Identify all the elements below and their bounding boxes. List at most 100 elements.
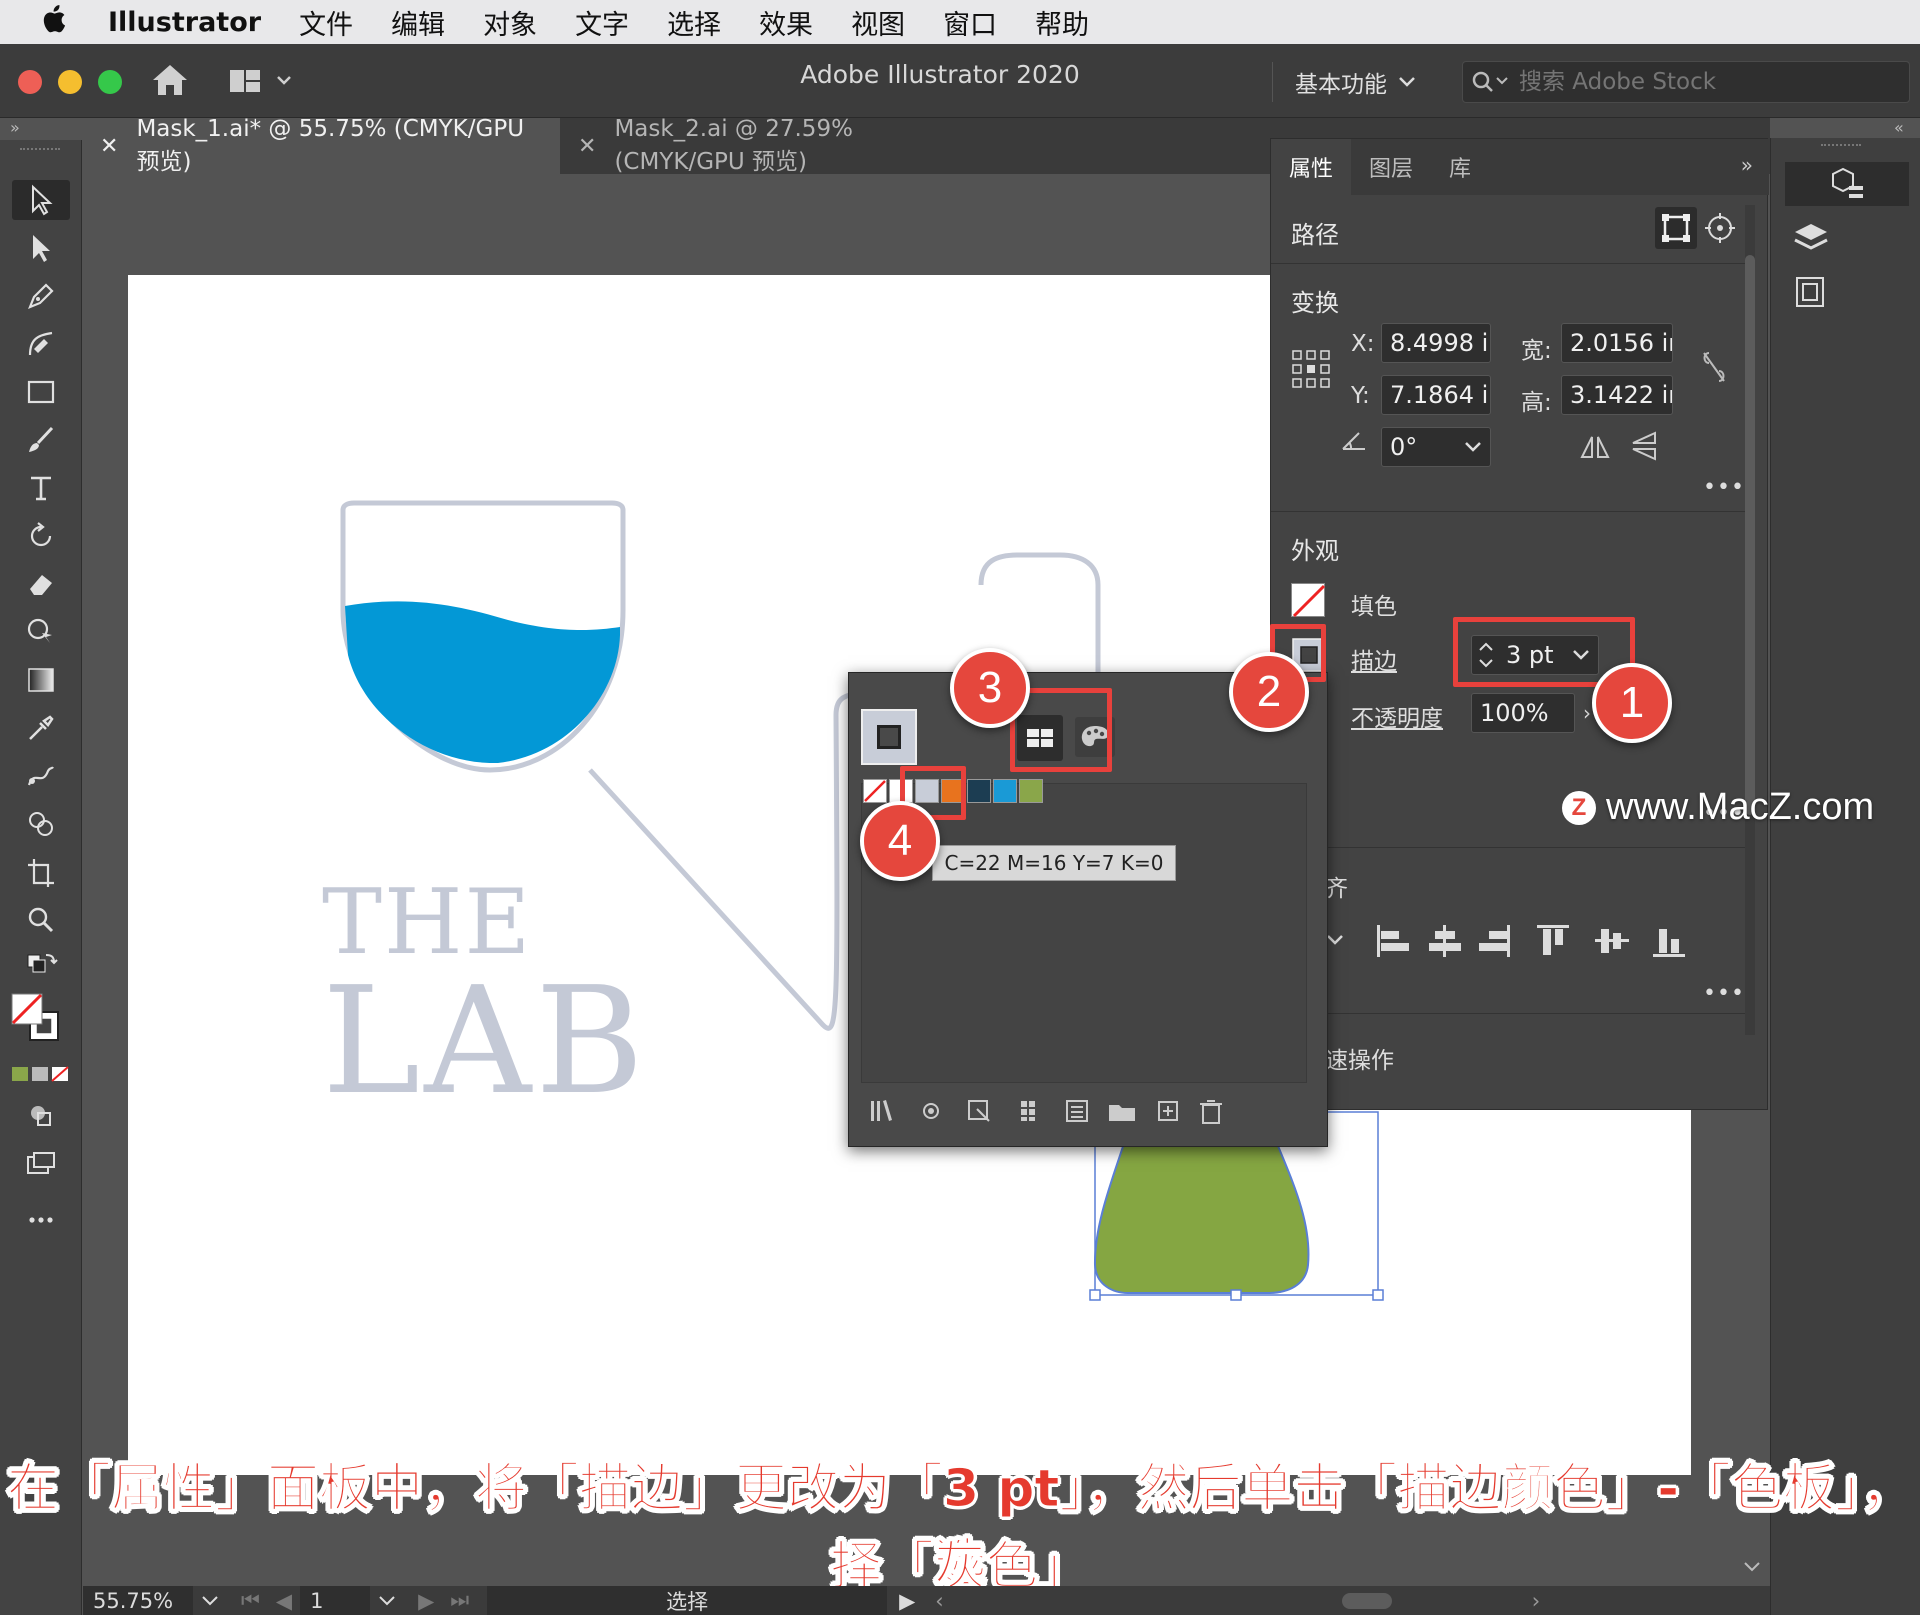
prev-artboard-icon[interactable]: ◀: [276, 1589, 292, 1613]
dock-layers-button[interactable]: [1785, 216, 1837, 260]
dock-grip[interactable]: [1821, 144, 1861, 150]
menu-type[interactable]: 文字: [575, 3, 629, 42]
tab-libraries[interactable]: 库: [1431, 139, 1489, 195]
fill-stroke-swatch[interactable]: [10, 992, 70, 1052]
collapse-panels-icon[interactable]: «: [1894, 118, 1904, 137]
flip-horizontal-icon[interactable]: [1579, 433, 1611, 461]
zoom-window-button[interactable]: [98, 70, 122, 94]
zoom-level-field[interactable]: 55.75%: [83, 1586, 193, 1615]
apple-icon[interactable]: [40, 4, 88, 41]
horizontal-scrollbar[interactable]: [951, 1590, 1512, 1611]
curvature-tool[interactable]: [12, 324, 70, 364]
reference-point-icon[interactable]: [1291, 349, 1331, 389]
selection-tool[interactable]: [12, 180, 70, 220]
collapse-toolbar-icon[interactable]: »: [10, 118, 20, 137]
menu-select[interactable]: 选择: [667, 3, 721, 42]
swatch-none[interactable]: [863, 779, 887, 803]
adobe-stock-search[interactable]: [1462, 61, 1910, 103]
menu-file[interactable]: 文件: [299, 3, 353, 42]
chevron-right-icon[interactable]: ›: [1583, 701, 1591, 725]
stroke-label[interactable]: 描边: [1351, 642, 1397, 676]
arrange-documents-icon[interactable]: [228, 66, 298, 96]
swatch-blue[interactable]: [993, 779, 1017, 803]
minimize-window-button[interactable]: [58, 70, 82, 94]
scroll-left-icon[interactable]: ‹: [935, 1589, 943, 1613]
free-transform-tool[interactable]: [12, 612, 70, 652]
rotate-angle-field[interactable]: 0°: [1381, 427, 1491, 467]
menu-edit[interactable]: 编辑: [391, 3, 445, 42]
search-icon: [1472, 71, 1508, 92]
height-field[interactable]: 3.1422 ir: [1561, 375, 1673, 415]
align-top-icon: [1537, 925, 1569, 955]
gradient-tool[interactable]: [12, 660, 70, 700]
popup-stroke-indicator[interactable]: [861, 709, 917, 765]
workspace-switcher[interactable]: 基本功能: [1272, 62, 1417, 102]
dock-libraries-button[interactable]: [1785, 270, 1837, 314]
artboard-tool[interactable]: [12, 852, 70, 892]
document-tab-mask2[interactable]: ✕ Mask_2.ai @ 27.59% (CMYK/GPU 预览): [560, 116, 1008, 175]
menu-help[interactable]: 帮助: [1035, 3, 1089, 42]
status-bar: 55.75% ⏮ ◀ 1 ▶ ⏭ 选择 ▶ ‹ ›: [83, 1586, 1770, 1615]
close-tab-icon[interactable]: ✕: [578, 134, 596, 159]
menu-window[interactable]: 窗口: [943, 3, 997, 42]
align-center-v-icon: [1595, 929, 1629, 953]
fill-swatch[interactable]: [1291, 583, 1326, 618]
stock-search-input[interactable]: [1519, 69, 1879, 95]
right-panel-dock: [1770, 138, 1920, 1615]
direct-selection-tool[interactable]: [12, 228, 70, 268]
document-tab-mask1[interactable]: ✕ Mask_1.ai* @ 55.75% (CMYK/GPU 预览): [82, 116, 560, 175]
first-artboard-icon[interactable]: ⏮: [241, 1588, 260, 1613]
flip-vertical-icon[interactable]: [1629, 431, 1659, 461]
swatch-green[interactable]: [1019, 779, 1043, 803]
isolate-icon[interactable]: [1655, 207, 1697, 249]
zoom-tool[interactable]: [12, 900, 70, 940]
close-window-button[interactable]: [18, 70, 42, 94]
edit-toolbar-button[interactable]: [12, 1200, 70, 1240]
menu-view[interactable]: 视图: [851, 3, 905, 42]
transform-more-options[interactable]: •••: [1703, 475, 1745, 500]
panel-menu-icon[interactable]: »: [1741, 153, 1753, 177]
x-position-field[interactable]: 8.4998 i: [1381, 323, 1491, 363]
menu-effect[interactable]: 效果: [759, 3, 813, 42]
type-tool[interactable]: [12, 468, 70, 508]
dock-properties-button[interactable]: [1785, 162, 1909, 206]
eyedropper-tool[interactable]: [12, 708, 70, 748]
rotate-tool[interactable]: [12, 516, 70, 556]
eraser-tool[interactable]: [12, 564, 70, 604]
shape-builder-tool[interactable]: [12, 804, 70, 844]
scrollbar-thumb[interactable]: [1745, 255, 1755, 815]
scrollbar-thumb[interactable]: [1341, 1592, 1392, 1609]
align-more-options[interactable]: •••: [1703, 981, 1745, 1006]
scroll-down-icon[interactable]: [1742, 1560, 1762, 1574]
close-tab-icon[interactable]: ✕: [100, 134, 118, 159]
rectangle-tool[interactable]: [12, 372, 70, 412]
color-mode-buttons[interactable]: [10, 1064, 70, 1084]
swap-fill-stroke[interactable]: [12, 946, 70, 986]
tab-layers[interactable]: 图层: [1351, 139, 1431, 195]
y-position-field[interactable]: 7.1864 i: [1381, 375, 1491, 415]
opacity-field[interactable]: 100%: [1471, 693, 1575, 733]
next-artboard-icon[interactable]: ▶: [418, 1589, 434, 1613]
target-icon[interactable]: [1703, 211, 1737, 245]
swatch-navy[interactable]: [967, 779, 991, 803]
blend-tool[interactable]: [12, 756, 70, 796]
home-icon[interactable]: [150, 62, 190, 98]
artboard-number-field[interactable]: 1: [300, 1586, 371, 1615]
zoom-icon: [28, 907, 54, 933]
scroll-right-icon[interactable]: ›: [1532, 1589, 1540, 1613]
panel-scrollbar[interactable]: [1745, 205, 1755, 1035]
app-name-menu[interactable]: Illustrator: [108, 7, 261, 38]
pen-tool[interactable]: [12, 276, 70, 316]
tab-properties[interactable]: 属性: [1271, 139, 1352, 195]
constrain-proportions-icon[interactable]: [1699, 349, 1729, 385]
screen-mode-button[interactable]: [12, 1144, 70, 1184]
menu-object[interactable]: 对象: [483, 3, 537, 42]
draw-mode-button[interactable]: [12, 1096, 70, 1136]
opacity-label[interactable]: 不透明度: [1351, 699, 1443, 733]
paintbrush-tool[interactable]: [12, 420, 70, 460]
toolbar-grip[interactable]: [20, 148, 60, 154]
width-field[interactable]: 2.0156 ir: [1561, 323, 1673, 363]
last-artboard-icon[interactable]: ⏭: [450, 1588, 469, 1613]
status-menu-icon[interactable]: ▶: [899, 1589, 915, 1613]
step-badge-1: 1: [1592, 663, 1672, 743]
